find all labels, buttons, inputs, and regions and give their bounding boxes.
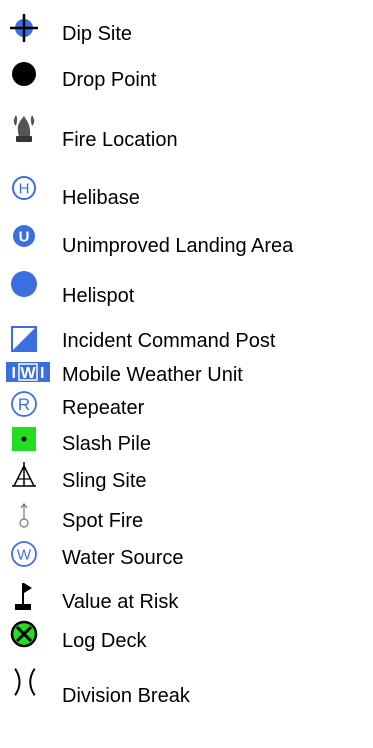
svg-text:I: I — [12, 365, 16, 382]
legend-item-division-break: Division Break — [0, 668, 373, 710]
svg-text:I: I — [40, 365, 44, 382]
legend-label: Dip Site — [62, 23, 133, 45]
legend-label: Repeater — [62, 397, 145, 419]
unimproved-landing-area-icon: U — [8, 220, 40, 252]
value-at-risk-icon — [8, 580, 40, 612]
division-break-icon — [6, 666, 42, 698]
log-deck-icon — [8, 618, 40, 650]
repeater-icon: R — [8, 388, 40, 420]
legend-item-unimproved-landing-area: U Unimproved Landing Area — [0, 220, 373, 260]
legend-label: Division Break — [62, 685, 190, 707]
legend-label: Value at Risk — [62, 591, 179, 613]
svg-text:W: W — [17, 547, 32, 564]
legend-label: Helibase — [62, 187, 140, 209]
legend-label: Mobile Weather Unit — [62, 364, 243, 386]
legend-label: Slash Pile — [62, 433, 151, 455]
legend-item-water-source: W Water Source — [0, 540, 373, 580]
legend-item-spot-fire: Spot Fire — [0, 500, 373, 540]
legend-label: Fire Location — [62, 129, 178, 151]
legend-label: Log Deck — [62, 630, 147, 652]
legend-label: Drop Point — [62, 69, 157, 91]
mobile-weather-unit-icon: I W I — [6, 356, 50, 388]
legend-label: Sling Site — [62, 470, 147, 492]
legend-label: Unimproved Landing Area — [62, 235, 294, 257]
legend-item-helibase: H Helibase — [0, 172, 373, 212]
legend-label: Helispot — [62, 285, 135, 307]
legend-item-value-at-risk: Value at Risk — [0, 582, 373, 622]
helibase-icon: H — [8, 172, 40, 204]
water-source-icon: W — [8, 538, 40, 570]
svg-text:U: U — [19, 229, 30, 246]
svg-text:R: R — [18, 395, 30, 414]
legend-item-sling-site: Sling Site — [0, 462, 373, 502]
incident-command-post-icon — [8, 323, 40, 355]
helispot-icon — [8, 268, 40, 300]
legend-item-drop-point: Drop Point — [0, 54, 373, 94]
legend-item-log-deck: Log Deck — [0, 620, 373, 660]
dip-site-icon — [8, 12, 40, 44]
svg-text:H: H — [19, 181, 30, 198]
legend-label: Water Source — [62, 547, 184, 569]
spot-fire-icon — [8, 500, 40, 532]
sling-site-icon — [8, 460, 40, 492]
legend-label: Spot Fire — [62, 510, 144, 532]
legend-item-dip-site: Dip Site — [0, 8, 373, 48]
fire-location-icon — [8, 112, 40, 144]
legend-item-slash-pile: Slash Pile — [0, 425, 373, 465]
legend-item-helispot: Helispot — [0, 268, 373, 308]
legend-item-repeater: R Repeater — [0, 390, 373, 430]
drop-point-icon — [8, 58, 40, 90]
legend-item-fire-location: Fire Location — [0, 112, 373, 152]
slash-pile-icon — [8, 423, 40, 455]
legend-label: Incident Command Post — [62, 330, 276, 352]
